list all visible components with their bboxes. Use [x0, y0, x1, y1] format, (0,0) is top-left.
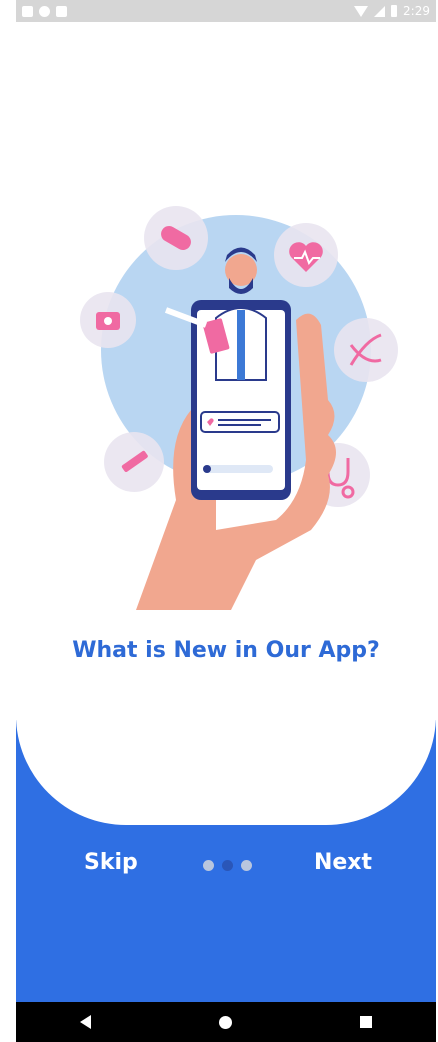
wifi-icon — [354, 5, 369, 17]
home-icon[interactable] — [219, 1015, 232, 1029]
image-icon — [22, 5, 33, 17]
system-navigation-bar — [16, 1002, 436, 1042]
battery-icon — [391, 5, 398, 17]
app-screen: 2:29 What is New in Our App? Skip Next — [16, 0, 436, 1042]
recents-icon[interactable] — [360, 1016, 372, 1028]
status-bar-right: 2:29 — [354, 4, 430, 18]
bandage-bubble — [144, 206, 208, 270]
skip-button[interactable]: Skip — [84, 850, 138, 875]
onboarding-controls: Skip Next — [16, 850, 436, 890]
dna-bubble — [334, 318, 398, 382]
circle-icon — [39, 5, 50, 17]
page-dot-3[interactable] — [241, 860, 252, 871]
status-time: 2:29 — [403, 4, 430, 18]
back-icon[interactable] — [80, 1015, 91, 1029]
heart-bubble — [274, 223, 338, 287]
page-indicator — [203, 860, 252, 871]
page-dot-2-active[interactable] — [222, 860, 233, 871]
next-button[interactable]: Next — [314, 850, 372, 875]
onboarding-title: What is New in Our App? — [72, 638, 380, 663]
medkit-bubble — [80, 292, 136, 348]
status-bar-left — [22, 5, 67, 17]
signal-icon — [374, 5, 386, 17]
page-dot-1[interactable] — [203, 860, 214, 871]
curved-card — [16, 640, 436, 825]
sd-card-icon — [56, 5, 67, 17]
syringe-bubble — [104, 432, 164, 492]
status-bar: 2:29 — [16, 0, 436, 22]
telemedicine-illustration — [80, 206, 398, 610]
